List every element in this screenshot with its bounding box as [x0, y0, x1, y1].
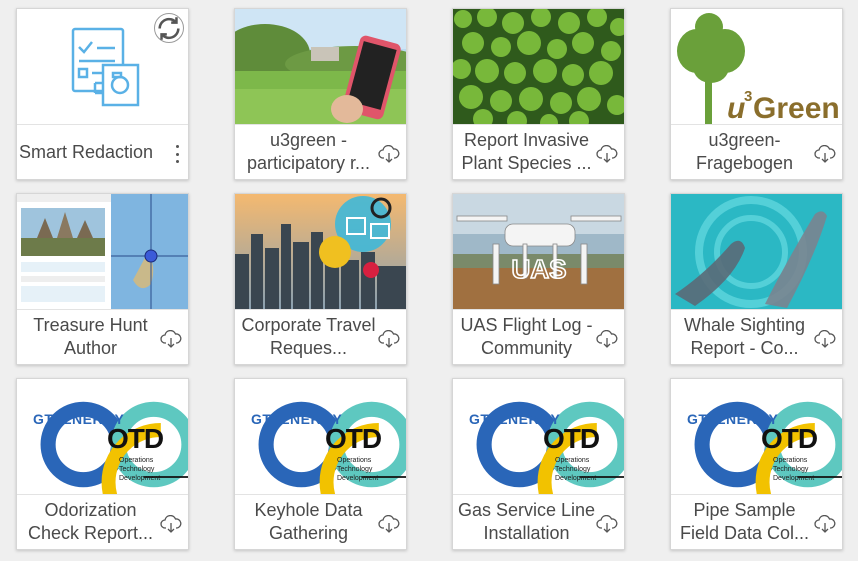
card-caption: u3green-Fragebogen	[671, 124, 842, 179]
otd-logo: OTD Operations Technology Development	[745, 423, 842, 494]
thumbnail: GTI ENERGY OTD Operations Technology Devel…	[17, 379, 188, 494]
cloud-download-icon[interactable]	[814, 515, 836, 533]
thumbnail	[235, 194, 406, 309]
cloud-download-icon[interactable]	[378, 145, 400, 163]
item-card-u3green-participatory[interactable]: u3green - participatory r...	[234, 8, 407, 180]
item-card-odorization-check[interactable]: GTI ENERGY OTD Operations Technology Devel…	[16, 378, 189, 550]
thumbnail: u 3 Green	[671, 9, 842, 124]
cloud-download-icon[interactable]	[160, 330, 182, 348]
card-caption: u3green - participatory r...	[235, 124, 406, 179]
more-options-icon[interactable]	[172, 143, 182, 165]
thumbnail: GTI ENERGY OTD Operations Technology Devel…	[671, 379, 842, 494]
cloud-download-icon[interactable]	[596, 330, 618, 348]
item-card-u3green-fragebogen[interactable]: u 3 Green u3green-Fragebogen	[670, 8, 843, 180]
cloud-download-icon[interactable]	[160, 515, 182, 533]
otd-logo: OTD Operations Technology Development	[91, 423, 188, 494]
otd-logo: OTD Operations Technology Development	[309, 423, 406, 494]
item-card-smart-redaction[interactable]: Smart Redaction	[16, 8, 189, 180]
card-caption: Treasure Hunt Author	[17, 309, 188, 364]
cloud-download-icon[interactable]	[814, 330, 836, 348]
item-card-corporate-travel[interactable]: Corporate Travel Reques...	[234, 193, 407, 365]
thumbnail	[235, 9, 406, 124]
item-card-keyhole-data[interactable]: GTI ENERGY OTD Operations Technology Devel…	[234, 378, 407, 550]
item-card-invasive-plants[interactable]: Report Invasive Plant Species ...	[452, 8, 625, 180]
cloud-download-icon[interactable]	[596, 145, 618, 163]
cloud-download-icon[interactable]	[378, 515, 400, 533]
item-title[interactable]: Smart Redaction	[17, 141, 188, 164]
thumbnail: GTI ENERGY OTD Operations Technology Devel…	[453, 379, 624, 494]
thumbnail	[17, 194, 188, 309]
thumbnail	[671, 194, 842, 309]
card-caption: Pipe Sample Field Data Col...	[671, 494, 842, 549]
card-caption: Smart Redaction	[17, 124, 188, 179]
item-card-treasure-hunt[interactable]: Treasure Hunt Author	[16, 193, 189, 365]
otd-logo: OTD Operations Technology Development	[527, 423, 624, 494]
thumbnail: UAS	[453, 194, 624, 309]
card-caption: UAS Flight Log - Community	[453, 309, 624, 364]
card-caption: Corporate Travel Reques...	[235, 309, 406, 364]
item-card-gas-service-line[interactable]: GTI ENERGY OTD Operations Technology Devel…	[452, 378, 625, 550]
svg-text:3: 3	[744, 88, 752, 105]
item-card-uas-flight-log[interactable]: UAS UAS Flight Log - Community	[452, 193, 625, 365]
item-card-pipe-sample[interactable]: GTI ENERGY OTD Operations Technology Devel…	[670, 378, 843, 550]
card-caption: Report Invasive Plant Species ...	[453, 124, 624, 179]
cloud-download-icon[interactable]	[596, 515, 618, 533]
card-caption: Gas Service Line Installation	[453, 494, 624, 549]
thumbnail: GTI ENERGY OTD Operations Technology Devel…	[235, 379, 406, 494]
card-caption: Odorization Check Report...	[17, 494, 188, 549]
thumbnail	[17, 9, 188, 124]
svg-text:Green: Green	[753, 92, 840, 124]
cloud-download-icon[interactable]	[814, 145, 836, 163]
cloud-download-icon[interactable]	[378, 330, 400, 348]
svg-text:u: u	[727, 92, 745, 124]
svg-text:UAS: UAS	[512, 254, 567, 284]
card-caption: Whale Sighting Report - Co...	[671, 309, 842, 364]
refresh-icon[interactable]	[154, 13, 184, 43]
item-card-whale-sighting[interactable]: Whale Sighting Report - Co...	[670, 193, 843, 365]
card-caption: Keyhole Data Gathering	[235, 494, 406, 549]
thumbnail	[453, 9, 624, 124]
